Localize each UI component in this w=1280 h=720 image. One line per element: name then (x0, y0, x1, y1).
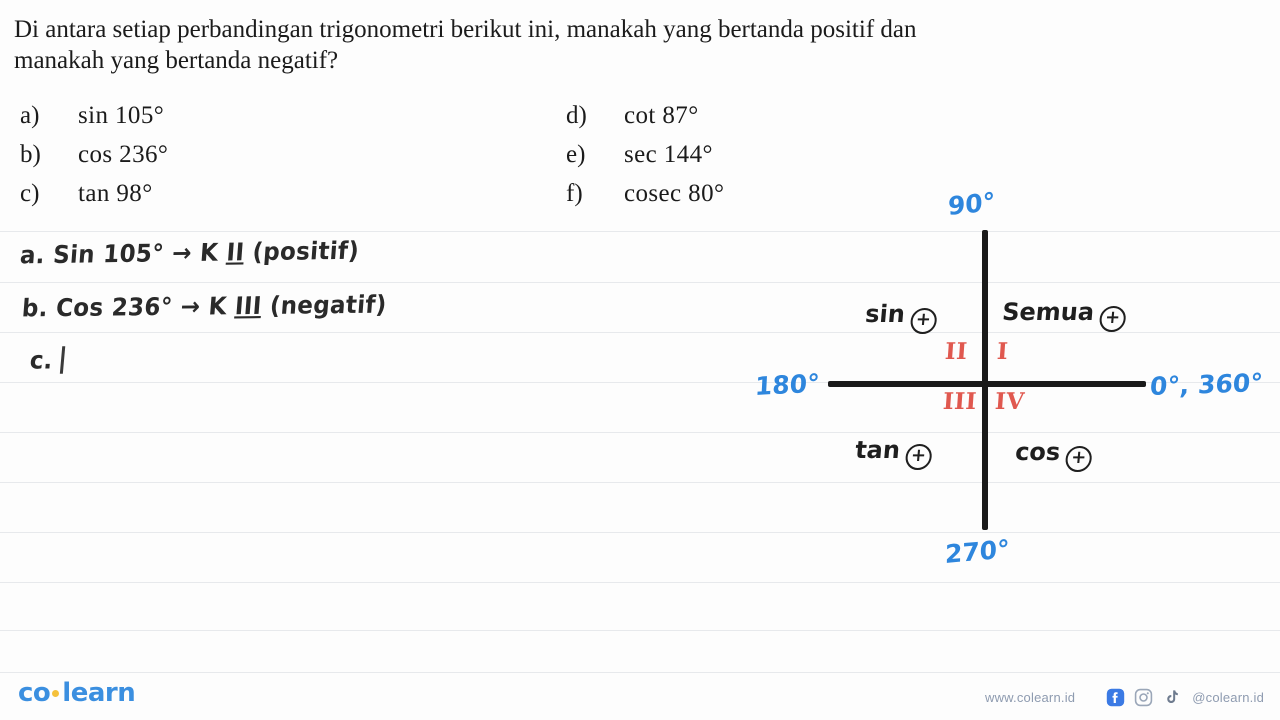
text-cursor (60, 346, 66, 374)
prompt-line-1: Di antara setiap perbandingan trigonomet… (14, 16, 917, 43)
option-b-letter: b) (20, 141, 41, 168)
quadrant-2-sign-label: sin + (864, 300, 939, 334)
option-e: e) sec 144° (566, 141, 986, 180)
quadrant-numeral-2: II (944, 338, 969, 365)
axis-label-0-360: 0°, 360° (1148, 368, 1264, 402)
quadrant-4-function: cos (1014, 438, 1062, 466)
trigonometry-quadrant-diagram: 90° 180° 0°, 360° 270° sin + Semua + tan + … (740, 180, 1280, 600)
quadrant-numeral-4: IV (994, 388, 1026, 415)
colearn-logo: co learn (18, 678, 136, 708)
quadrant-1-sign-label: Semua + (1001, 298, 1128, 332)
question-prompt: Di antara setiap perbandingan trigonomet… (14, 14, 1264, 76)
option-b: b) cos 236° (20, 141, 440, 180)
horizontal-axis-line (828, 381, 1146, 387)
logo-text-learn: learn (62, 678, 136, 708)
option-e-text: sec 144° (624, 141, 713, 168)
axis-label-270: 270° (944, 534, 1010, 570)
quadrant-4-sign-label: cos + (1014, 438, 1094, 472)
option-a-text: sin 105° (78, 102, 165, 129)
option-c-letter: c) (20, 180, 40, 207)
option-a-letter: a) (20, 102, 40, 129)
logo-dot-icon (52, 690, 60, 697)
options-column-left: a) sin 105° b) cos 236° c) tan 98° (20, 102, 440, 219)
plus-circle-icon: + (909, 308, 938, 334)
quadrant-numeral-1: I (996, 338, 1010, 365)
answer-a-suffix: (positif) (243, 237, 360, 267)
footer-website[interactable]: www.colearn.id (985, 690, 1075, 705)
logo-text-co: co (18, 678, 51, 708)
vertical-axis-line (982, 230, 988, 530)
footer-handle[interactable]: @colearn.id (1192, 690, 1264, 705)
answer-b-prefix: b. Cos 236° → K (20, 292, 237, 323)
worksheet-page: Di antara setiap perbandingan trigonomet… (0, 0, 1280, 720)
plus-circle-icon: + (1098, 306, 1127, 332)
option-c: c) tan 98° (20, 180, 440, 219)
handwritten-answer-c[interactable]: c. (29, 346, 66, 375)
option-c-text: tan 98° (78, 180, 153, 207)
option-d-text: cot 87° (624, 102, 699, 129)
instagram-icon[interactable] (1134, 688, 1153, 707)
answer-b-suffix: (negatif) (260, 291, 388, 321)
quadrant-numeral-3: III (942, 388, 978, 415)
option-f-letter: f) (566, 180, 583, 207)
prompt-line-2: manakah yang bertanda negatif? (14, 47, 339, 74)
option-a: a) sin 105° (20, 102, 440, 141)
plus-circle-icon: + (1064, 446, 1093, 472)
answer-b-roman: III (233, 292, 263, 321)
quadrant-1-function: Semua (1001, 298, 1096, 326)
option-d: d) cot 87° (566, 102, 986, 141)
option-e-letter: e) (566, 141, 586, 168)
notebook-rule-line (0, 672, 1280, 673)
tiktok-icon[interactable] (1162, 688, 1181, 707)
notebook-rule-line (0, 630, 1280, 631)
quadrant-3-function: tan (854, 436, 902, 464)
axis-label-180: 180° (754, 368, 821, 402)
facebook-icon[interactable] (1106, 688, 1125, 707)
question-block: Di antara setiap perbandingan trigonomet… (14, 14, 1266, 207)
plus-circle-icon: + (904, 444, 933, 470)
answer-a-prefix: a. Sin 105° → K (18, 239, 228, 270)
option-f-text: cosec 80° (624, 180, 725, 207)
quadrant-3-sign-label: tan + (854, 436, 934, 470)
quadrant-2-function: sin (864, 300, 907, 328)
answer-c-prefix: c. (28, 347, 54, 375)
option-b-text: cos 236° (78, 141, 169, 168)
handwritten-answer-a: a. Sin 105° → K II (positif) (19, 237, 360, 269)
handwritten-answer-b: b. Cos 236° → K III (negatif) (21, 291, 388, 322)
footer-links: www.colearn.id @colearn.id (985, 688, 1264, 707)
option-d-letter: d) (566, 102, 587, 129)
axis-label-90: 90° (948, 186, 996, 222)
